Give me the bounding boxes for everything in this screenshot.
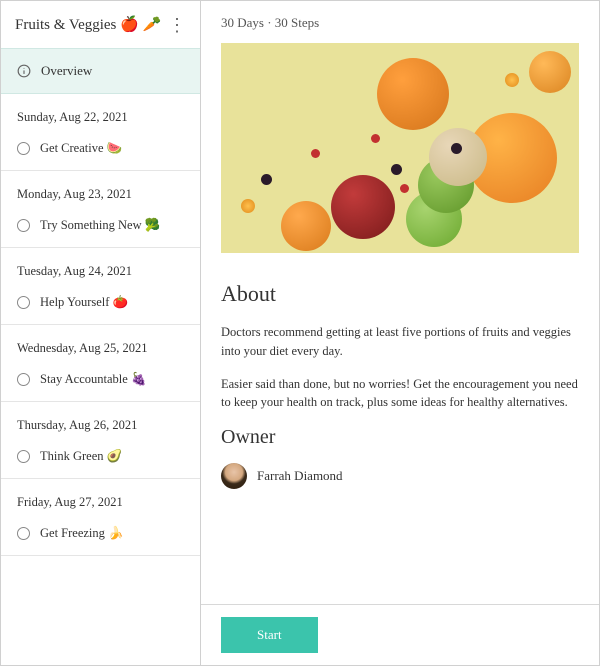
unchecked-circle-icon [17,296,30,309]
day-header: Thursday, Aug 26, 2021 [17,418,184,433]
footer: Start [201,604,599,665]
day-group: Friday, Aug 27, 2021 Get Freezing 🍌 [1,479,200,556]
main-panel: 30 Days · 30 Steps About [201,1,599,665]
about-paragraph: Easier said than done, but no worries! G… [221,375,579,413]
day-group: Wednesday, Aug 25, 2021 Stay Accountable… [1,325,200,402]
day-group: Sunday, Aug 22, 2021 Get Creative 🍉 [1,94,200,171]
app-container: Fruits & Veggies 🍎 🥕 ⋮ Overview Sunday, … [0,0,600,666]
step-label: Think Green 🥑 [40,449,122,464]
step-label: Get Freezing 🍌 [40,526,124,541]
unchecked-circle-icon [17,450,30,463]
step-label: Try Something New 🥦 [40,218,160,233]
sidebar-step-item[interactable]: Get Freezing 🍌 [17,526,184,541]
sidebar-step-item[interactable]: Try Something New 🥦 [17,218,184,233]
unchecked-circle-icon [17,219,30,232]
day-header: Friday, Aug 27, 2021 [17,495,184,510]
owner-name: Farrah Diamond [257,468,343,484]
unchecked-circle-icon [17,527,30,540]
day-header: Wednesday, Aug 25, 2021 [17,341,184,356]
sidebar-step-item[interactable]: Help Yourself 🍅 [17,295,184,310]
avatar [221,463,247,489]
step-label: Get Creative 🍉 [40,141,122,156]
plan-meta: 30 Days · 30 Steps [201,1,599,43]
info-icon [17,64,31,78]
plan-title: Fruits & Veggies 🍎 🥕 [15,15,161,34]
day-header: Monday, Aug 23, 2021 [17,187,184,202]
sidebar-step-item[interactable]: Get Creative 🍉 [17,141,184,156]
main-content: About Doctors recommend getting at least… [201,43,599,604]
day-group: Monday, Aug 23, 2021 Try Something New 🥦 [1,171,200,248]
step-label: Stay Accountable 🍇 [40,372,147,387]
more-menu-icon[interactable]: ⋮ [164,16,190,34]
about-paragraph: Doctors recommend getting at least five … [221,323,579,361]
sidebar-item-overview[interactable]: Overview [1,48,200,94]
about-heading: About [221,281,579,307]
sidebar-scroll[interactable]: Overview Sunday, Aug 22, 2021 Get Creati… [1,48,200,665]
start-button[interactable]: Start [221,617,318,653]
day-group: Tuesday, Aug 24, 2021 Help Yourself 🍅 [1,248,200,325]
sidebar-header: Fruits & Veggies 🍎 🥕 ⋮ [1,1,200,48]
owner-row: Farrah Diamond [221,463,579,489]
owner-heading: Owner [221,426,579,449]
sidebar: Fruits & Veggies 🍎 🥕 ⋮ Overview Sunday, … [1,1,201,665]
unchecked-circle-icon [17,373,30,386]
sidebar-step-item[interactable]: Stay Accountable 🍇 [17,372,184,387]
overview-label: Overview [41,63,92,79]
sidebar-step-item[interactable]: Think Green 🥑 [17,449,184,464]
step-label: Help Yourself 🍅 [40,295,128,310]
hero-image [221,43,579,253]
day-header: Sunday, Aug 22, 2021 [17,110,184,125]
unchecked-circle-icon [17,142,30,155]
day-header: Tuesday, Aug 24, 2021 [17,264,184,279]
day-group: Thursday, Aug 26, 2021 Think Green 🥑 [1,402,200,479]
